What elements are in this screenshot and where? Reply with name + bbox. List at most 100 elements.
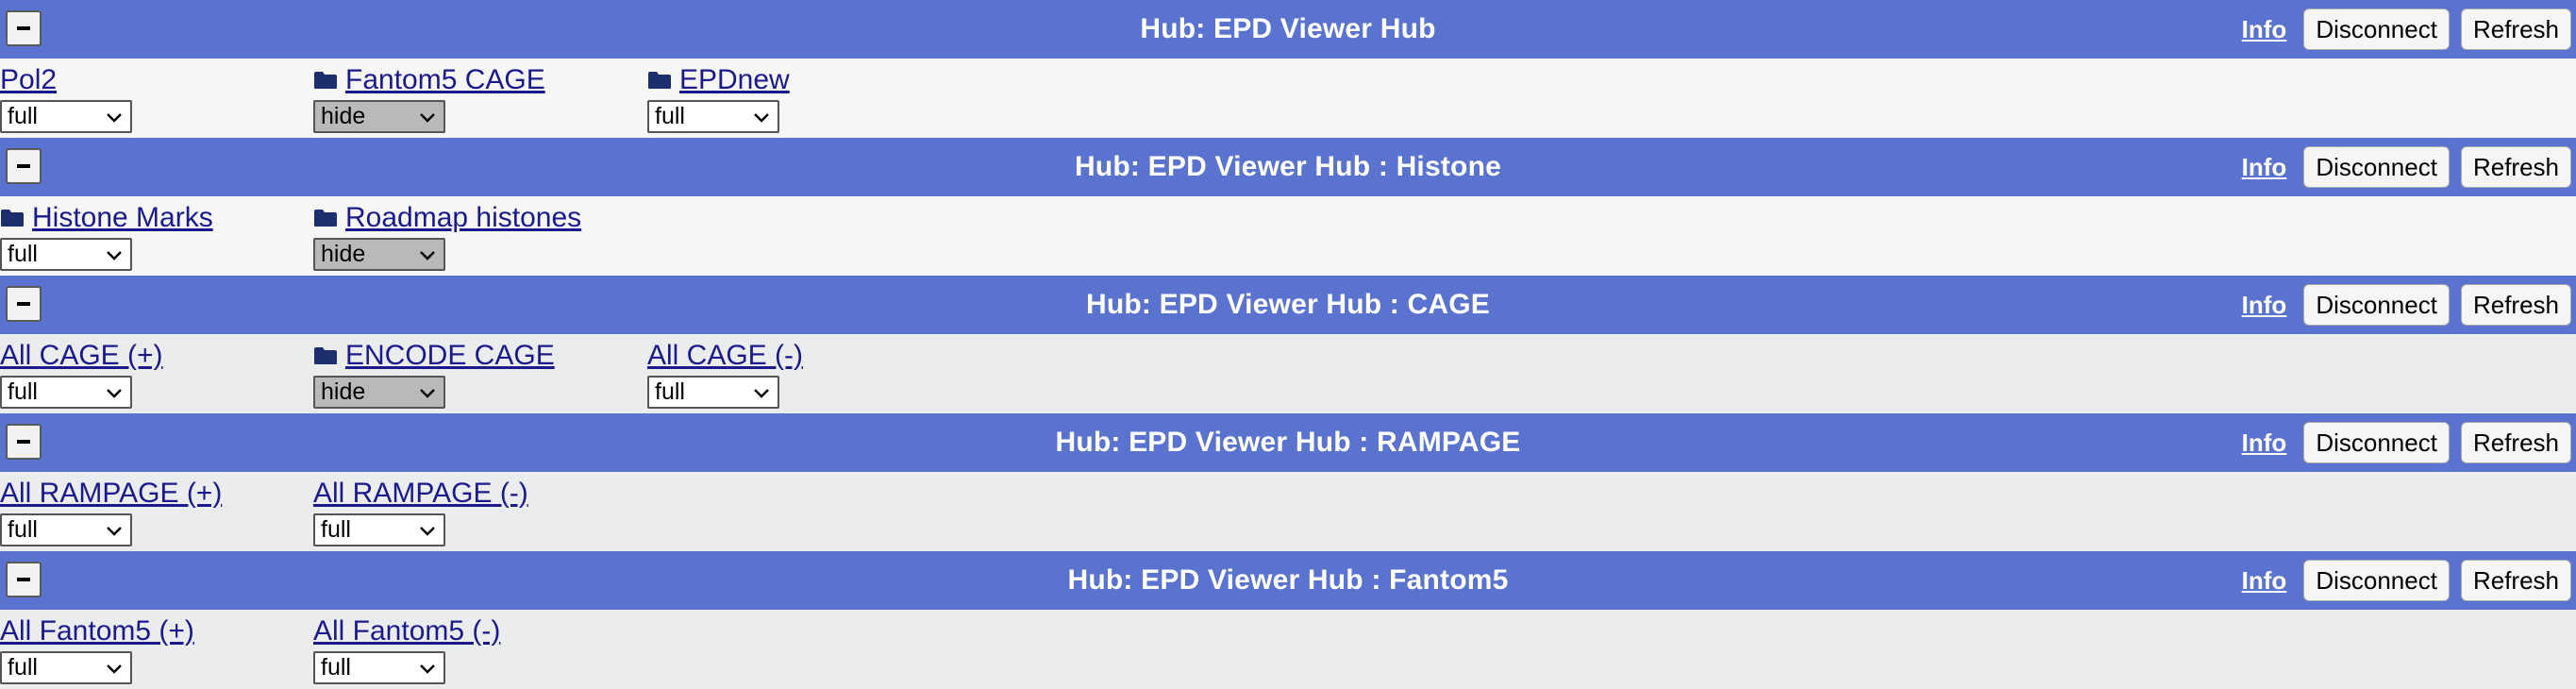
visibility-select[interactable]: hide bbox=[313, 376, 445, 409]
visibility-value: full bbox=[655, 378, 685, 405]
hub-header: Hub: EPD Viewer Hub Info Disconnect Refr… bbox=[0, 0, 2576, 59]
track-link[interactable]: All Fantom5 (+) bbox=[0, 615, 194, 647]
info-link[interactable]: Info bbox=[2242, 429, 2287, 458]
chevron-down-icon bbox=[419, 378, 436, 406]
track-link[interactable]: Fantom5 CAGE bbox=[345, 64, 545, 96]
refresh-button[interactable]: Refresh bbox=[2460, 146, 2571, 188]
disconnect-button[interactable]: Disconnect bbox=[2303, 560, 2450, 601]
visibility-value: full bbox=[321, 516, 351, 543]
disconnect-button[interactable]: Disconnect bbox=[2303, 8, 2450, 50]
collapse-button[interactable] bbox=[6, 148, 42, 184]
refresh-button[interactable]: Refresh bbox=[2460, 8, 2571, 50]
info-link[interactable]: Info bbox=[2242, 153, 2287, 182]
track-row: Pol2 full Fantom5 CAGE hide EPDnew full bbox=[0, 59, 2576, 138]
track-label-row: Histone Marks bbox=[0, 196, 213, 234]
hub-section: Hub: EPD Viewer Hub : Fantom5 Info Disco… bbox=[0, 551, 2576, 689]
visibility-select[interactable]: hide bbox=[313, 238, 445, 271]
hub-title: Hub: EPD Viewer Hub : Histone bbox=[1075, 151, 1501, 182]
refresh-button[interactable]: Refresh bbox=[2460, 284, 2571, 326]
visibility-value: full bbox=[8, 654, 38, 681]
visibility-value: full bbox=[8, 241, 38, 267]
info-link[interactable]: Info bbox=[2242, 15, 2287, 44]
track-label-row: Pol2 bbox=[0, 59, 132, 96]
track-row: All RAMPAGE (+) full All RAMPAGE (-) ful… bbox=[0, 472, 2576, 551]
hub-title: Hub: EPD Viewer Hub : CAGE bbox=[1085, 289, 1491, 320]
chevron-down-icon bbox=[106, 516, 123, 544]
hub-actions: Info Disconnect Refresh bbox=[2242, 551, 2576, 610]
chevron-down-icon bbox=[419, 103, 436, 130]
visibility-select[interactable]: full bbox=[0, 513, 132, 546]
track-label-row: EPDnew bbox=[647, 59, 790, 96]
disconnect-button[interactable]: Disconnect bbox=[2303, 284, 2450, 326]
track-label-row: ENCODE CAGE bbox=[313, 334, 555, 372]
folder-icon bbox=[313, 346, 338, 365]
track-link[interactable]: All RAMPAGE (+) bbox=[0, 478, 222, 510]
visibility-select[interactable]: full bbox=[313, 651, 445, 684]
track-control: All CAGE (+) full bbox=[0, 334, 163, 409]
track-link[interactable]: EPDnew bbox=[679, 64, 790, 96]
hub-title: Hub: EPD Viewer Hub : Fantom5 bbox=[1067, 564, 1509, 596]
visibility-value: hide bbox=[321, 103, 366, 129]
hub-section: Hub: EPD Viewer Hub : Histone Info Disco… bbox=[0, 138, 2576, 276]
track-control: Pol2 full bbox=[0, 59, 132, 133]
chevron-down-icon bbox=[419, 654, 436, 681]
chevron-down-icon bbox=[753, 378, 770, 406]
hub-header: Hub: EPD Viewer Hub : Histone Info Disco… bbox=[0, 138, 2576, 196]
track-link[interactable]: All RAMPAGE (-) bbox=[313, 478, 528, 510]
collapse-button[interactable] bbox=[6, 286, 42, 322]
collapse-button[interactable] bbox=[6, 424, 42, 460]
track-row: Histone Marks full Roadmap histones hide bbox=[0, 196, 2576, 276]
hub-title: Hub: EPD Viewer Hub : RAMPAGE bbox=[1055, 427, 1521, 458]
minus-icon bbox=[17, 578, 30, 581]
refresh-button[interactable]: Refresh bbox=[2460, 560, 2571, 601]
minus-icon bbox=[17, 164, 30, 168]
minus-icon bbox=[17, 440, 30, 444]
track-control: ENCODE CAGE hide bbox=[313, 334, 555, 409]
visibility-value: full bbox=[8, 103, 38, 129]
track-control: All RAMPAGE (+) full bbox=[0, 472, 222, 546]
track-link[interactable]: All Fantom5 (-) bbox=[313, 615, 500, 647]
refresh-button[interactable]: Refresh bbox=[2460, 422, 2571, 463]
chevron-down-icon bbox=[419, 241, 436, 268]
track-label-row: All Fantom5 (-) bbox=[313, 610, 500, 647]
track-row: All Fantom5 (+) full All Fantom5 (-) ful… bbox=[0, 610, 2576, 689]
track-control: Fantom5 CAGE hide bbox=[313, 59, 545, 133]
folder-icon bbox=[313, 71, 338, 90]
track-link[interactable]: Histone Marks bbox=[32, 202, 213, 234]
track-label-row: All RAMPAGE (-) bbox=[313, 472, 528, 510]
visibility-select[interactable]: full bbox=[647, 376, 779, 409]
visibility-select[interactable]: full bbox=[647, 100, 779, 133]
hub-section: Hub: EPD Viewer Hub : RAMPAGE Info Disco… bbox=[0, 413, 2576, 551]
track-link[interactable]: Pol2 bbox=[0, 64, 57, 96]
visibility-value: full bbox=[321, 654, 351, 681]
visibility-select[interactable]: full bbox=[0, 376, 132, 409]
track-control: All Fantom5 (-) full bbox=[313, 610, 500, 684]
track-label-row: All CAGE (-) bbox=[647, 334, 803, 372]
visibility-select[interactable]: full bbox=[313, 513, 445, 546]
info-link[interactable]: Info bbox=[2242, 291, 2287, 320]
hub-header: Hub: EPD Viewer Hub : Fantom5 Info Disco… bbox=[0, 551, 2576, 610]
disconnect-button[interactable]: Disconnect bbox=[2303, 422, 2450, 463]
track-row: All CAGE (+) full ENCODE CAGE hide All C… bbox=[0, 334, 2576, 413]
track-link[interactable]: Roadmap histones bbox=[345, 202, 581, 234]
track-label-row: Roadmap histones bbox=[313, 196, 581, 234]
visibility-select[interactable]: full bbox=[0, 100, 132, 133]
minus-icon bbox=[17, 302, 30, 306]
track-label-row: All CAGE (+) bbox=[0, 334, 163, 372]
track-link[interactable]: All CAGE (+) bbox=[0, 340, 163, 372]
folder-icon bbox=[647, 71, 672, 90]
track-control: All Fantom5 (+) full bbox=[0, 610, 194, 684]
visibility-select[interactable]: full bbox=[0, 238, 132, 271]
track-label-row: Fantom5 CAGE bbox=[313, 59, 545, 96]
chevron-down-icon bbox=[106, 378, 123, 406]
visibility-select[interactable]: full bbox=[0, 651, 132, 684]
hub-header: Hub: EPD Viewer Hub : RAMPAGE Info Disco… bbox=[0, 413, 2576, 472]
disconnect-button[interactable]: Disconnect bbox=[2303, 146, 2450, 188]
track-link[interactable]: ENCODE CAGE bbox=[345, 340, 555, 372]
visibility-value: hide bbox=[321, 378, 366, 405]
collapse-button[interactable] bbox=[6, 10, 42, 46]
collapse-button[interactable] bbox=[6, 562, 42, 597]
visibility-select[interactable]: hide bbox=[313, 100, 445, 133]
track-link[interactable]: All CAGE (-) bbox=[647, 340, 803, 372]
info-link[interactable]: Info bbox=[2242, 566, 2287, 596]
